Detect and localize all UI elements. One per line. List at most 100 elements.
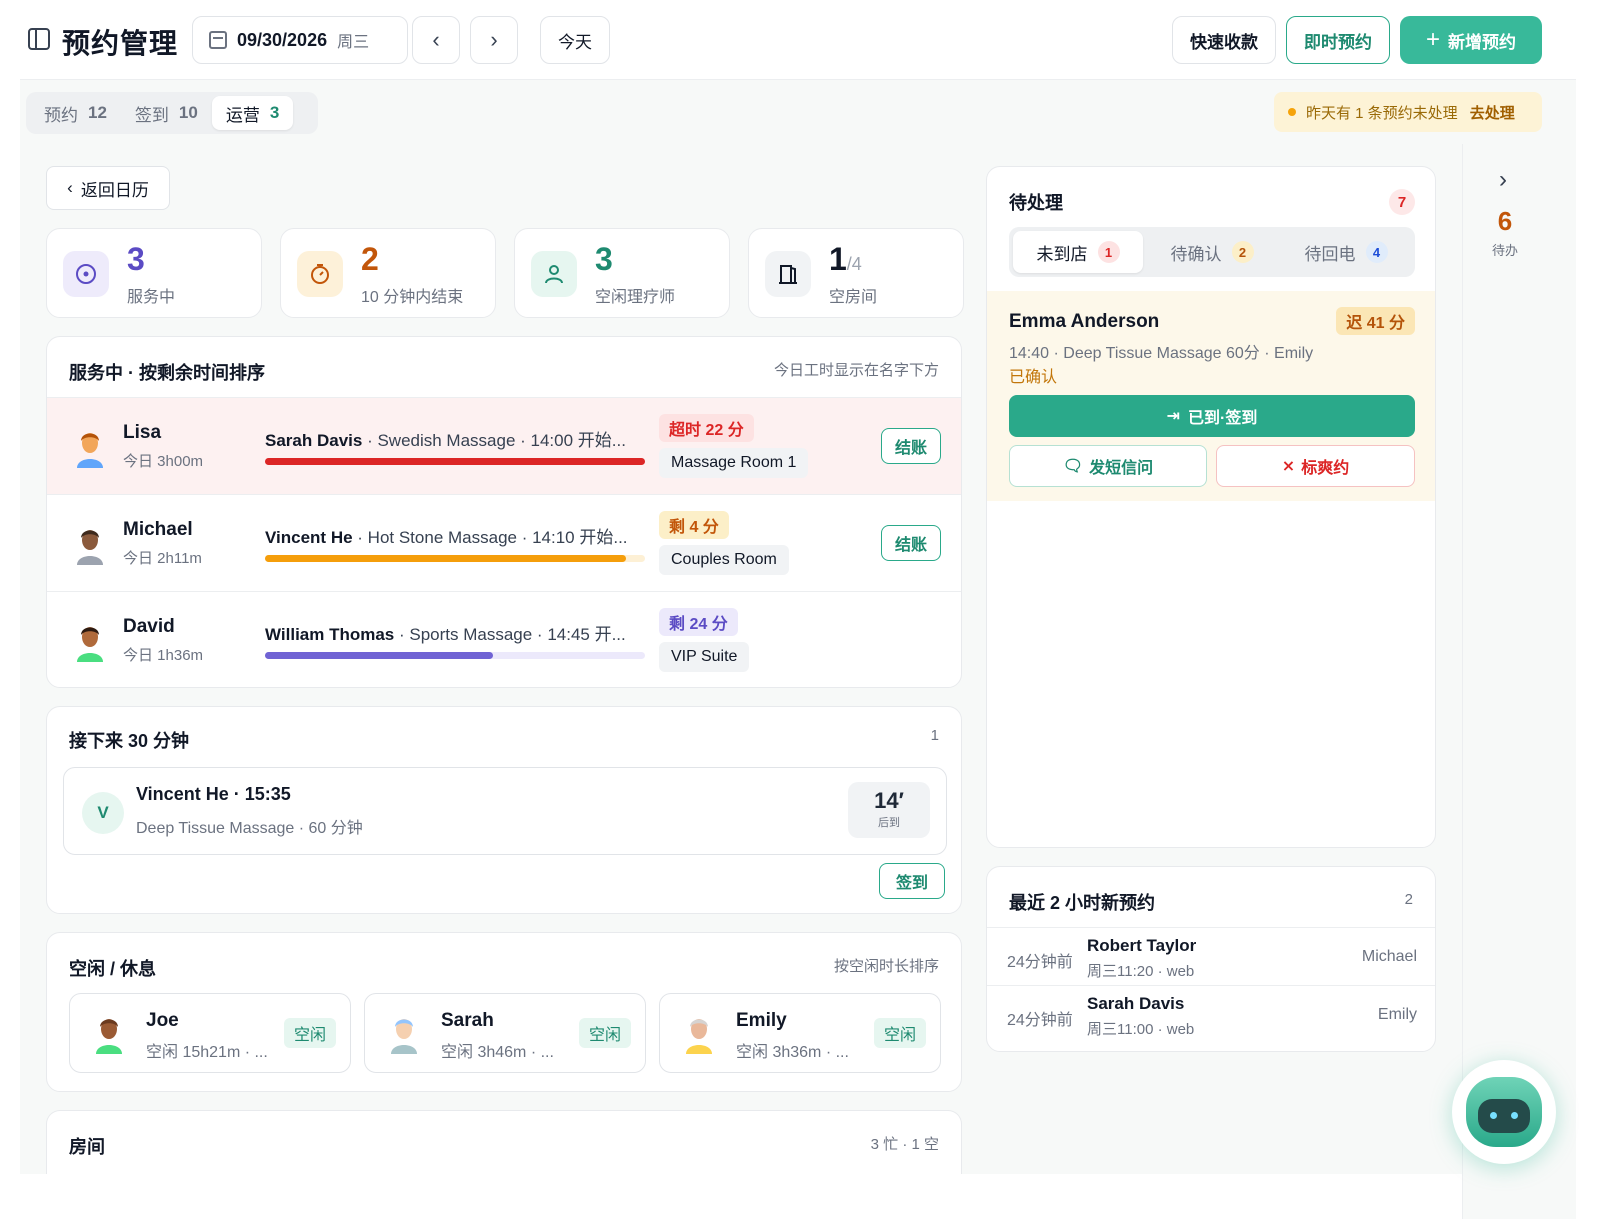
sidebar-toggle-icon[interactable] [28, 28, 50, 50]
stat-label: 空房间 [829, 289, 878, 306]
pending-tab-2[interactable]: 待回电 4 [1281, 231, 1411, 273]
service-detail: · Swedish Massage · 14:00 开始... [362, 431, 626, 450]
upcoming-title: 接下来 30 分钟 [69, 731, 190, 751]
plus-icon: + [1425, 26, 1440, 53]
pending-tab-count: 4 [1365, 241, 1388, 263]
stat-value: 2 [361, 241, 379, 278]
pending-client-name: Emma Anderson [1009, 311, 1160, 332]
alert-action-link[interactable]: 去处理 [1470, 102, 1515, 123]
recent-count: 2 [1404, 891, 1413, 908]
stat-card: 3 空闲理疗师 [514, 228, 730, 318]
rooms-meta: 3 忙 · 1 空 [870, 1136, 939, 1153]
therapist-name: David [123, 616, 175, 637]
service-row[interactable]: Lisa 今日 3h00m Sarah Davis · Swedish Massag… [47, 397, 961, 494]
checkout-button[interactable]: 结账 [881, 525, 941, 561]
service-description: William Thomas · Sports Massage · 14:45 … [265, 620, 645, 645]
overdue-alert[interactable]: 昨天有 1 条预约未处理 去处理 [1274, 92, 1542, 132]
idle-therapist-card[interactable]: Emily 空闲 3h36m · ... 空闲 [659, 993, 941, 1073]
pending-tab-label: 待确认 [1170, 244, 1222, 264]
back-to-calendar-button[interactable]: ‹ 返回日历 [46, 166, 170, 210]
todo-label: 待办 [1491, 243, 1518, 258]
mark-no-show-button[interactable]: ⨯ 标爽约 [1216, 445, 1415, 487]
idle-therapist-card[interactable]: Sarah 空闲 3h46m · ... 空闲 [364, 993, 646, 1073]
recent-booking-row[interactable]: 24分钟前 Sarah Davis 周三11:00 · web Emily [987, 985, 1435, 1043]
therapist-name: Emily [736, 1010, 787, 1031]
next-day-button[interactable]: › [470, 16, 518, 64]
upcoming-service-text: Deep Tissue Massage · 60 分钟 [136, 820, 363, 837]
remaining-time-badge: 剩 4 分 [659, 511, 729, 539]
pending-tab-count: 2 [1231, 241, 1254, 263]
tab-0[interactable]: 预约 12 [30, 96, 121, 130]
upcoming-appointment-card[interactable]: V Vincent He · 15:35 Deep Tissue Massage… [63, 767, 947, 855]
tab-label: 预约 [44, 105, 78, 125]
today-button[interactable]: 今天 [540, 16, 610, 64]
idle-status-badge: 空闲 [873, 1018, 926, 1048]
todo-rail: › 6 待办 [1462, 144, 1576, 1219]
idle-therapist-card[interactable]: Joe 空闲 15h21m · ... 空闲 [69, 993, 351, 1073]
therapist-today-hours: 今日 1h36m [123, 647, 204, 664]
assistant-bot-button[interactable] [1452, 1060, 1556, 1164]
quick-pay-button[interactable]: 快速收款 [1172, 16, 1276, 64]
tab-label: 签到 [134, 105, 169, 125]
date-picker[interactable]: 09/30/2026 周三 [192, 16, 408, 64]
checkin-button[interactable]: 签到 [879, 863, 945, 899]
service-row[interactable]: David 今日 1h36m William Thomas · Sports Mas… [47, 591, 961, 687]
stat-value: 3 [595, 241, 613, 278]
send-sms-button[interactable]: 🗨 发短信问 [1009, 445, 1207, 487]
service-description: Sarah Davis · Swedish Massage · 14:00 开始… [265, 426, 645, 451]
tab-2[interactable]: 运营 3 [211, 96, 294, 130]
new-booking-label: 新增预约 [1448, 32, 1516, 52]
stat-number: 3 [127, 241, 145, 277]
pending-tabs: 未到店 1 待确认 2 待回电 4 [1009, 227, 1415, 277]
room-chip: Couples Room [659, 545, 789, 575]
therapist-avatar [69, 620, 111, 662]
user-icon [531, 251, 577, 297]
calendar-icon [209, 31, 227, 49]
idle-meta: 按空闲时长排序 [833, 958, 939, 975]
progress-fill [265, 555, 626, 562]
no-show-label: 标爽约 [1301, 460, 1350, 477]
pending-item: Emma Anderson 迟 41 分 14:40 · Deep Tissue… [987, 291, 1435, 501]
pending-title: 待处理 [1009, 193, 1063, 213]
robot-icon [1466, 1077, 1542, 1147]
in-service-panel: 服务中 · 按剩余时间排序 今日工时显示在名字下方 Lisa 今日 3h00m Sa… [46, 336, 962, 688]
pending-tab-label: 待回电 [1304, 244, 1356, 264]
upcoming-count: 1 [930, 727, 939, 744]
progress-track [265, 555, 645, 562]
service-row[interactable]: Michael 今日 2h11m Vincent He · Hot Stone Ma… [47, 494, 961, 591]
pending-tab-0[interactable]: 未到店 1 [1013, 231, 1143, 273]
pending-status: 已确认 [1009, 369, 1058, 386]
tab-1[interactable]: 签到 10 [121, 96, 212, 130]
radio-icon [63, 251, 109, 297]
pending-count-badge: 7 [1389, 189, 1415, 215]
therapist-today-hours: 今日 2h11m [123, 550, 202, 567]
alert-text: 昨天有 1 条预约未处理 [1306, 104, 1458, 122]
new-booking-button[interactable]: + 新增预约 [1400, 16, 1542, 64]
checkout-button[interactable]: 结账 [881, 428, 941, 464]
pending-description: 14:40 · Deep Tissue Massage 60分 · Emily [1009, 345, 1314, 362]
tab-label: 运营 [225, 105, 260, 125]
booked-ago: 24分钟前 [1007, 1012, 1073, 1029]
remaining-time-badge: 剩 24 分 [659, 608, 738, 636]
tab-count: 3 [269, 103, 280, 122]
therapist-name: Lisa [123, 422, 162, 443]
client-name: Robert Taylor [1087, 936, 1197, 955]
prev-day-button[interactable]: ‹ [412, 16, 460, 64]
therapist-avatar [678, 1012, 720, 1054]
therapist-avatar [88, 1012, 130, 1054]
idle-duration: 空闲 3h36m · ... [736, 1044, 849, 1061]
therapist-avatar [69, 523, 111, 565]
pending-tab-1[interactable]: 待确认 2 [1147, 231, 1277, 273]
chevron-left-icon: ‹ [67, 178, 73, 197]
recent-booking-row[interactable]: 24分钟前 Robert Taylor 周三11:20 · web Michael [987, 927, 1435, 985]
todo-count: 6 [1497, 206, 1513, 236]
pending-tab-label: 未到店 [1036, 244, 1088, 264]
service-detail: · Hot Stone Massage · 14:10 开始... [352, 528, 628, 547]
booking-time-source: 周三11:00 · web [1087, 1021, 1195, 1038]
stat-card: 1/4 空房间 [748, 228, 964, 318]
stat-value: 3 [127, 241, 145, 278]
expand-chevron-icon[interactable]: › [1499, 166, 1507, 194]
view-tabs: 预约 12 签到 10 运营 3 [26, 92, 318, 134]
arrived-checkin-button[interactable]: ⇥ 已到·签到 [1009, 395, 1415, 437]
instant-booking-button[interactable]: 即时预约 [1286, 16, 1390, 64]
